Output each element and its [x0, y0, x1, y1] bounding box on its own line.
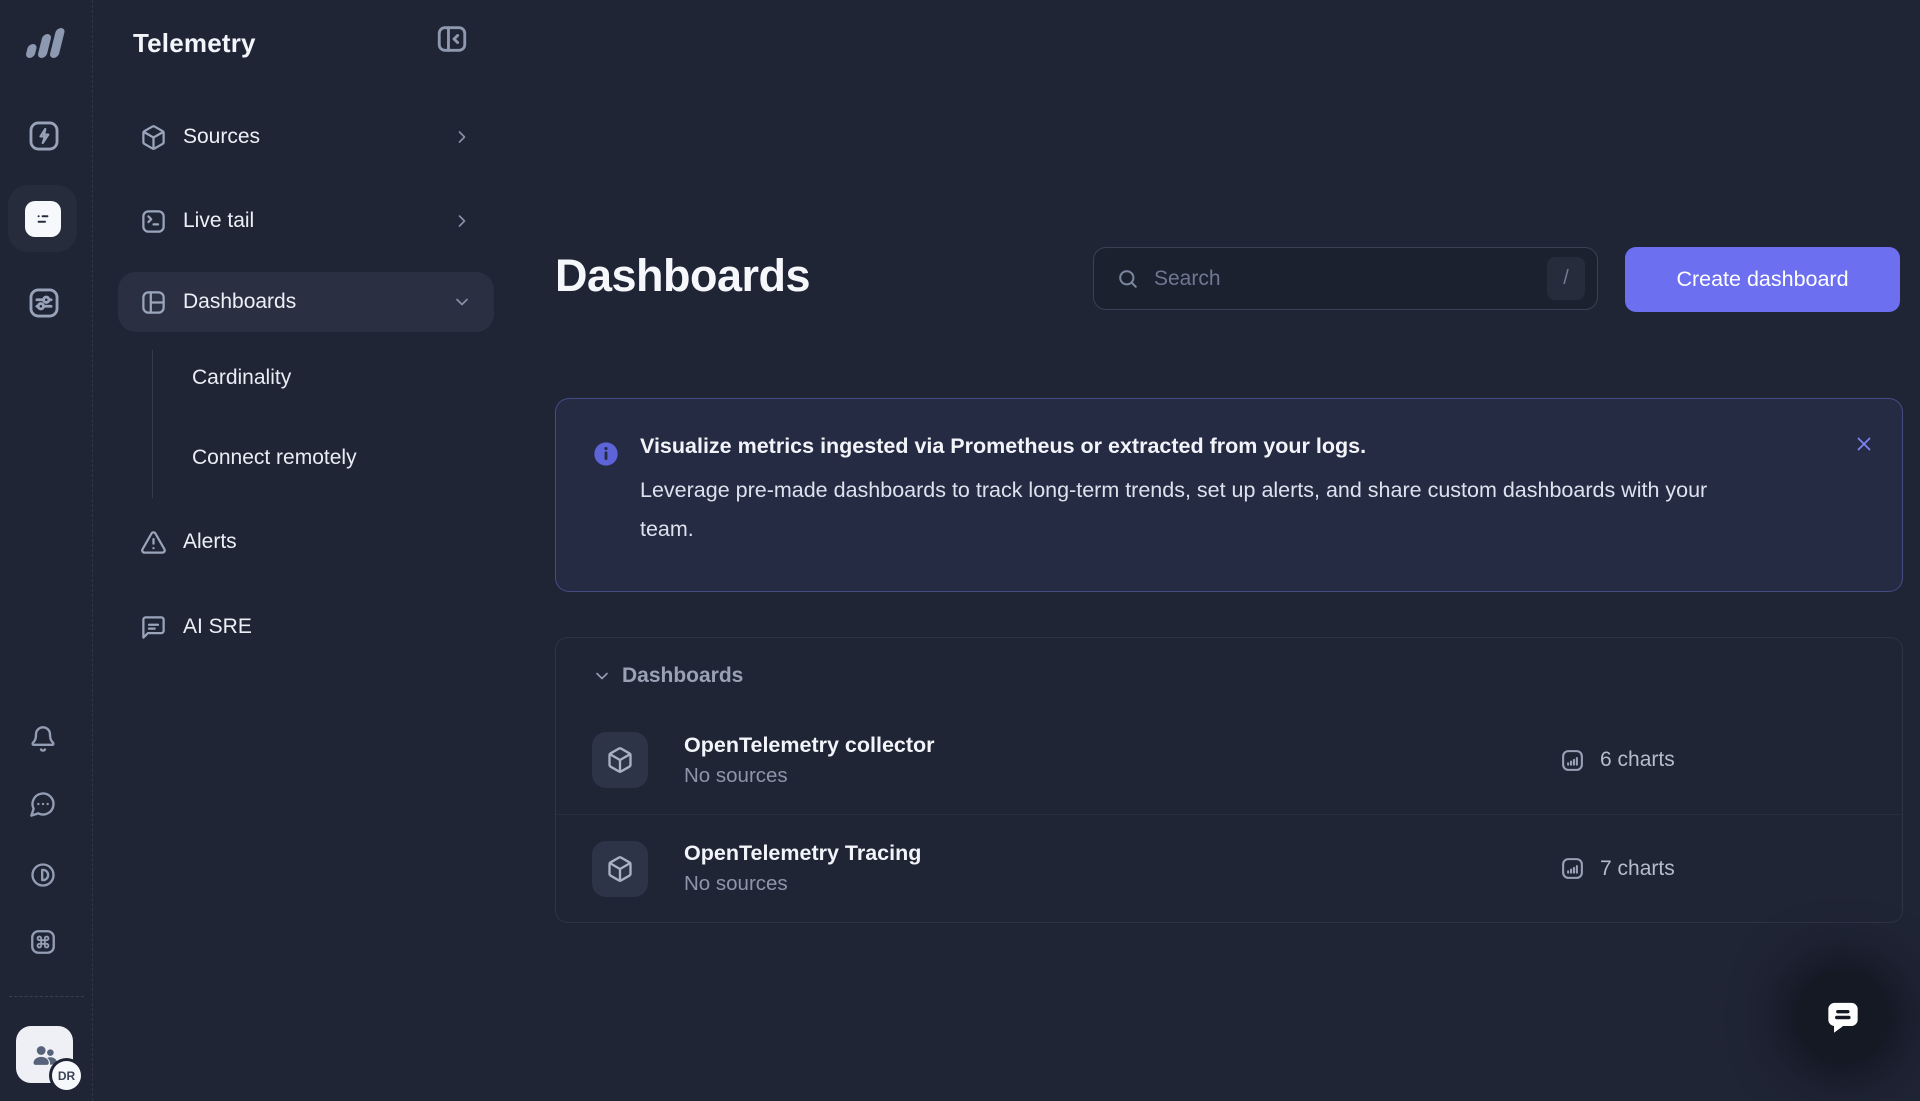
- alert-triangle-icon: [140, 529, 167, 556]
- sidebar-item-alerts[interactable]: Alerts: [118, 512, 494, 572]
- close-icon[interactable]: [1853, 433, 1875, 455]
- charts-count-label: 7 charts: [1600, 857, 1675, 881]
- charts-count: 6 charts: [1560, 748, 1675, 773]
- dashboard-row-opentelemetry-tracing[interactable]: OpenTelemetry Tracing No sources 7 chart…: [556, 814, 1902, 922]
- logs-rail-active-indicator: [8, 185, 77, 252]
- panel-collapse-icon[interactable]: [435, 22, 469, 56]
- info-banner: Visualize metrics ingested via Prometheu…: [555, 398, 1903, 592]
- search-box: /: [1093, 247, 1598, 310]
- chat-dots-icon[interactable]: [29, 790, 57, 818]
- sidebar-item-label: AI SRE: [183, 615, 472, 639]
- grid-icon: [140, 289, 167, 316]
- sidebar-item-sources[interactable]: Sources: [118, 107, 494, 167]
- dashboard-subtitle: No sources: [684, 872, 921, 896]
- charts-count-label: 6 charts: [1600, 748, 1675, 772]
- page-title: Dashboards: [555, 250, 810, 302]
- create-dashboard-button[interactable]: Create dashboard: [1625, 247, 1900, 312]
- bell-icon[interactable]: [29, 725, 57, 753]
- chevron-down-icon: [452, 292, 472, 312]
- lightning-icon[interactable]: [27, 119, 61, 153]
- sliders-icon[interactable]: [27, 286, 61, 320]
- axiom-logo-icon[interactable]: [19, 26, 65, 60]
- dashboard-row-opentelemetry-collector[interactable]: OpenTelemetry collector No sources 6 cha…: [556, 706, 1902, 814]
- sidebar-item-label: Dashboards: [183, 290, 436, 314]
- info-filled-icon: [592, 440, 620, 468]
- command-icon[interactable]: [29, 928, 57, 956]
- bar-chart-icon: [1560, 856, 1585, 881]
- charts-count: 7 charts: [1560, 856, 1675, 881]
- sidebar-item-label: Live tail: [183, 209, 436, 233]
- sidebar-subitem-label: Connect remotely: [192, 446, 357, 470]
- main-content: Dashboards / Create dashboard: [512, 0, 1920, 1101]
- sidebar-item-label: Alerts: [183, 530, 472, 554]
- sidebar-subitem-cardinality[interactable]: Cardinality: [192, 358, 482, 398]
- sidebar-item-ai-sre[interactable]: AI SRE: [118, 597, 494, 657]
- dashboard-title: OpenTelemetry collector: [684, 733, 935, 758]
- dashboards-section-header[interactable]: Dashboards: [556, 638, 1902, 706]
- section-title: Dashboards: [622, 664, 743, 688]
- search-icon: [1116, 267, 1140, 291]
- icon-rail: DR: [0, 0, 93, 1101]
- search-input[interactable]: [1154, 267, 1533, 291]
- chevron-right-icon: [452, 211, 472, 231]
- sidebar: Telemetry Sources: [93, 0, 512, 1101]
- search-shortcut-key: /: [1547, 257, 1585, 300]
- dashboard-title: OpenTelemetry Tracing: [684, 841, 921, 866]
- message-icon: [140, 614, 167, 641]
- cube-icon: [592, 732, 648, 788]
- sidebar-item-dashboards[interactable]: Dashboards: [118, 272, 494, 332]
- contrast-icon[interactable]: [29, 861, 57, 889]
- chat-bubble-icon[interactable]: [1795, 969, 1891, 1065]
- banner-body: Leverage pre-made dashboards to track lo…: [640, 471, 1740, 549]
- sidebar-item-live-tail[interactable]: Live tail: [118, 191, 494, 251]
- app-window: DR Telemetry Sources: [0, 0, 1920, 1101]
- bar-chart-icon: [1560, 748, 1585, 773]
- logs-icon[interactable]: [25, 201, 61, 237]
- sidebar-subitem-connect-remotely[interactable]: Connect remotely: [192, 438, 482, 478]
- dashboard-subtitle: No sources: [684, 764, 935, 788]
- avatar-initials-badge: DR: [52, 1061, 81, 1090]
- terminal-icon: [140, 208, 167, 235]
- chevron-right-icon: [452, 127, 472, 147]
- sidebar-subitem-label: Cardinality: [192, 366, 291, 390]
- subtree-guide-line: [152, 350, 153, 498]
- cube-icon: [592, 841, 648, 897]
- chevron-down-icon: [592, 666, 612, 686]
- sidebar-item-label: Sources: [183, 125, 436, 149]
- banner-heading: Visualize metrics ingested via Prometheu…: [640, 429, 1832, 463]
- cube-icon: [140, 124, 167, 151]
- sidebar-title: Telemetry: [133, 28, 256, 59]
- dashboards-list-card: Dashboards OpenTelemetry collector No so…: [555, 637, 1903, 923]
- rail-divider: [9, 996, 84, 997]
